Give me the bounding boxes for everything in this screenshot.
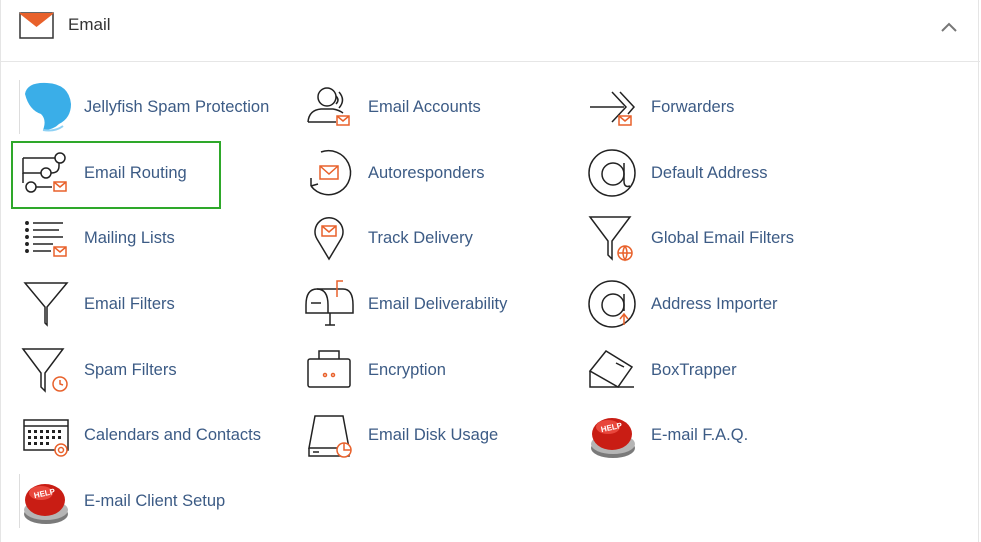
- item-default-address[interactable]: Default Address: [586, 146, 786, 200]
- box-trap-icon: [586, 343, 640, 397]
- email-panel: Email Jellyfish Spam Protection Email Ac…: [0, 0, 980, 542]
- item-label[interactable]: E-mail F.A.Q.: [651, 425, 748, 445]
- routing-icon: [19, 146, 73, 200]
- item-track-delivery[interactable]: Track Delivery: [303, 211, 523, 265]
- item-label[interactable]: Encryption: [368, 360, 446, 380]
- item-label[interactable]: Mailing Lists: [84, 228, 175, 248]
- item-email-accounts[interactable]: Email Accounts: [303, 80, 523, 134]
- item-label[interactable]: Address Importer: [651, 294, 778, 314]
- forward-arrows-icon: [586, 80, 640, 134]
- list-mail-icon: [19, 211, 73, 265]
- item-forwarders[interactable]: Forwarders: [586, 80, 766, 134]
- filter-clock-icon: [19, 343, 73, 397]
- item-label[interactable]: Email Accounts: [368, 97, 481, 117]
- help-button-icon: HELP: [19, 474, 73, 528]
- jellyfish-icon: [19, 80, 73, 134]
- item-label[interactable]: Track Delivery: [368, 228, 473, 248]
- item-label[interactable]: Spam Filters: [84, 360, 177, 380]
- item-email-client-setup[interactable]: HELP E-mail Client Setup: [19, 474, 259, 528]
- autoresponder-icon: [303, 146, 357, 200]
- item-jellyfish-spam-protection[interactable]: Jellyfish Spam Protection: [19, 80, 279, 134]
- item-label[interactable]: E-mail Client Setup: [84, 491, 225, 511]
- item-label[interactable]: BoxTrapper: [651, 360, 737, 380]
- disk-pie-icon: [303, 408, 357, 462]
- filter-globe-icon: [586, 211, 640, 265]
- briefcase-lock-icon: [303, 343, 357, 397]
- panel-header[interactable]: Email: [1, 0, 980, 62]
- help-button-icon: HELP: [586, 408, 640, 462]
- item-mailing-lists[interactable]: Mailing Lists: [19, 211, 219, 265]
- item-label[interactable]: Email Filters: [84, 294, 175, 314]
- item-email-deliverability[interactable]: Email Deliverability: [303, 277, 543, 331]
- item-email-faq[interactable]: HELP E-mail F.A.Q.: [586, 408, 786, 462]
- item-label[interactable]: Jellyfish Spam Protection: [84, 97, 269, 117]
- item-calendars-and-contacts[interactable]: Calendars and Contacts: [19, 408, 279, 462]
- item-email-disk-usage[interactable]: Email Disk Usage: [303, 408, 523, 462]
- envelope-icon: [19, 12, 54, 39]
- calendar-at-icon: [19, 408, 73, 462]
- mailbox-icon: [303, 277, 357, 331]
- item-label[interactable]: Forwarders: [651, 97, 734, 117]
- item-label[interactable]: Email Routing: [84, 163, 187, 183]
- item-email-filters[interactable]: Email Filters: [19, 277, 219, 331]
- item-label[interactable]: Default Address: [651, 163, 767, 183]
- item-autoresponders[interactable]: Autoresponders: [303, 146, 523, 200]
- item-label[interactable]: Email Deliverability: [368, 294, 507, 314]
- item-label[interactable]: Email Disk Usage: [368, 425, 498, 445]
- item-label[interactable]: Calendars and Contacts: [84, 425, 261, 445]
- item-email-routing[interactable]: Email Routing: [19, 146, 219, 200]
- item-spam-filters[interactable]: Spam Filters: [19, 343, 219, 397]
- item-address-importer[interactable]: Address Importer: [586, 277, 806, 331]
- panel-title: Email: [68, 15, 111, 34]
- filter-icon: [19, 277, 73, 331]
- item-boxtrapper[interactable]: BoxTrapper: [586, 343, 786, 397]
- item-label[interactable]: Global Email Filters: [651, 228, 794, 248]
- user-mail-icon: [303, 80, 357, 134]
- at-sign-icon: [586, 146, 640, 200]
- location-pin-mail-icon: [303, 211, 357, 265]
- item-label[interactable]: Autoresponders: [368, 163, 485, 183]
- at-upload-icon: [586, 277, 640, 331]
- item-global-email-filters[interactable]: Global Email Filters: [586, 211, 806, 265]
- item-encryption[interactable]: Encryption: [303, 343, 523, 397]
- chevron-up-icon[interactable]: [937, 17, 961, 37]
